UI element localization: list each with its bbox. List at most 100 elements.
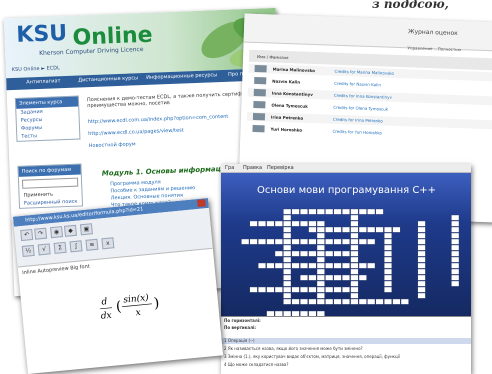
crossword-cell[interactable] xyxy=(308,250,317,257)
crossword-cell[interactable] xyxy=(291,262,300,269)
nav-item-antiplagiat[interactable]: Антиплагиат xyxy=(26,78,60,85)
menu-game[interactable]: Гра xyxy=(225,165,234,171)
crossword-cell[interactable] xyxy=(308,274,317,281)
crossword-cell[interactable] xyxy=(392,226,401,233)
crossword-cell[interactable] xyxy=(350,274,359,281)
crossword-cell[interactable] xyxy=(291,238,300,245)
crossword-cell[interactable] xyxy=(283,268,292,275)
sum-icon[interactable]: Σ xyxy=(53,241,67,254)
crossword-cell[interactable] xyxy=(258,238,267,245)
crossword-cell[interactable] xyxy=(316,274,325,281)
crossword-cell[interactable] xyxy=(249,286,258,293)
student-name[interactable]: Nazvin Kalin xyxy=(272,79,300,85)
crossword-cell[interactable] xyxy=(308,286,317,293)
crossword-cell[interactable] xyxy=(258,262,267,269)
crossword-cell[interactable] xyxy=(316,220,325,227)
crossword-cell[interactable] xyxy=(383,298,392,305)
crossword-cell[interactable] xyxy=(283,232,292,239)
crossword-cell[interactable] xyxy=(383,244,392,251)
crossword-cell[interactable] xyxy=(325,238,334,245)
crossword-cell[interactable] xyxy=(417,250,426,257)
crossword-cell[interactable] xyxy=(358,298,367,305)
crossword-cell[interactable] xyxy=(350,262,359,269)
close-icon[interactable] xyxy=(197,199,206,207)
crossword-cell[interactable] xyxy=(333,298,342,305)
grade-link[interactable]: Credits for Irina Petrenko xyxy=(333,117,383,124)
crossword-cell[interactable] xyxy=(350,280,359,287)
crossword-cell[interactable] xyxy=(358,226,367,233)
crossword-cell[interactable] xyxy=(400,298,409,305)
crossword-cell[interactable] xyxy=(417,256,426,263)
crossword-cell[interactable] xyxy=(451,226,460,233)
crossword-cell[interactable] xyxy=(451,220,460,227)
crossword-cell[interactable] xyxy=(258,220,267,227)
student-name[interactable]: Olena Tymoscuk xyxy=(271,103,308,109)
crossword-cell[interactable] xyxy=(383,226,392,233)
crossword-cell[interactable] xyxy=(358,208,367,215)
crossword-cell[interactable] xyxy=(241,238,250,245)
crossword-cell[interactable] xyxy=(316,208,325,215)
crossword-cell[interactable] xyxy=(274,238,283,245)
crossword-cell[interactable] xyxy=(291,298,300,305)
crossword-cell[interactable] xyxy=(417,226,426,233)
crossword-cell[interactable] xyxy=(417,262,426,269)
crossword-cell[interactable] xyxy=(299,208,308,215)
crossword-cell[interactable] xyxy=(383,274,392,281)
crossword-cell[interactable] xyxy=(350,244,359,251)
crossword-cell[interactable] xyxy=(325,274,334,281)
crossword-cell[interactable] xyxy=(266,238,275,245)
grade-link[interactable]: Credits for Inna Konstantinyv xyxy=(334,93,392,100)
crossword-cell[interactable] xyxy=(249,220,258,227)
crossword-cell[interactable] xyxy=(367,226,376,233)
crossword-cell[interactable] xyxy=(350,208,359,215)
student-name[interactable]: Yuri Horoshko xyxy=(270,127,302,133)
crossword-cell[interactable] xyxy=(341,250,350,257)
grade-link[interactable]: Credits for Olena Tymoscuk xyxy=(333,105,388,112)
sqrt-icon[interactable]: √ xyxy=(37,243,51,256)
crossword-cell[interactable] xyxy=(341,298,350,305)
fraction-icon[interactable]: ½ xyxy=(21,244,35,257)
side-item-tests[interactable]: Тесты xyxy=(17,131,79,141)
matrix-icon[interactable]: ≡ xyxy=(85,238,99,251)
crossword-cell[interactable] xyxy=(417,274,426,281)
crossword-cell[interactable] xyxy=(316,298,325,305)
crossword-grid[interactable] xyxy=(221,173,471,316)
crossword-cell[interactable] xyxy=(367,298,376,305)
crossword-cell[interactable] xyxy=(299,220,308,227)
crossword-cell[interactable] xyxy=(283,280,292,287)
crossword-cell[interactable] xyxy=(350,298,359,305)
crossword-cell[interactable] xyxy=(283,262,292,269)
crossword-cell[interactable] xyxy=(283,256,292,263)
crossword-cell[interactable] xyxy=(350,268,359,275)
crossword-cell[interactable] xyxy=(417,280,426,287)
crossword-cell[interactable] xyxy=(451,244,460,251)
crossword-cell[interactable] xyxy=(451,238,460,245)
crossword-cell[interactable] xyxy=(367,262,376,269)
crossword-cell[interactable] xyxy=(358,262,367,269)
grade-link[interactable]: Credits for Marina Malinovsko xyxy=(335,69,394,76)
crossword-cell[interactable] xyxy=(283,226,292,233)
clue-item[interactable]: 2 Як називається назва, якщо його значен… xyxy=(224,346,363,351)
crossword-cell[interactable] xyxy=(316,238,325,245)
crossword-cell[interactable] xyxy=(358,238,367,245)
crossword-cell[interactable] xyxy=(274,220,283,227)
crossword-cell[interactable] xyxy=(350,256,359,263)
crossword-cell[interactable] xyxy=(283,250,292,257)
crossword-cell[interactable] xyxy=(299,250,308,257)
crossword-cell[interactable] xyxy=(308,262,317,269)
crossword-cell[interactable] xyxy=(274,262,283,269)
crossword-cell[interactable] xyxy=(283,274,292,281)
crossword-cell[interactable] xyxy=(341,226,350,233)
crossword-cell[interactable] xyxy=(266,220,275,227)
student-name[interactable]: Irina Petrenko xyxy=(271,115,303,121)
breadcrumb[interactable]: KSU Online ► ECDL xyxy=(12,65,60,73)
crossword-cell[interactable] xyxy=(325,226,334,233)
crossword-cell[interactable] xyxy=(283,238,292,245)
crossword-cell[interactable] xyxy=(316,262,325,269)
crossword-cell[interactable] xyxy=(383,256,392,263)
crossword-cell[interactable] xyxy=(417,292,426,299)
crossword-cell[interactable] xyxy=(350,214,359,221)
crossword-cell[interactable] xyxy=(316,280,325,287)
crossword-cell[interactable] xyxy=(316,286,325,293)
crossword-cell[interactable] xyxy=(333,286,342,293)
